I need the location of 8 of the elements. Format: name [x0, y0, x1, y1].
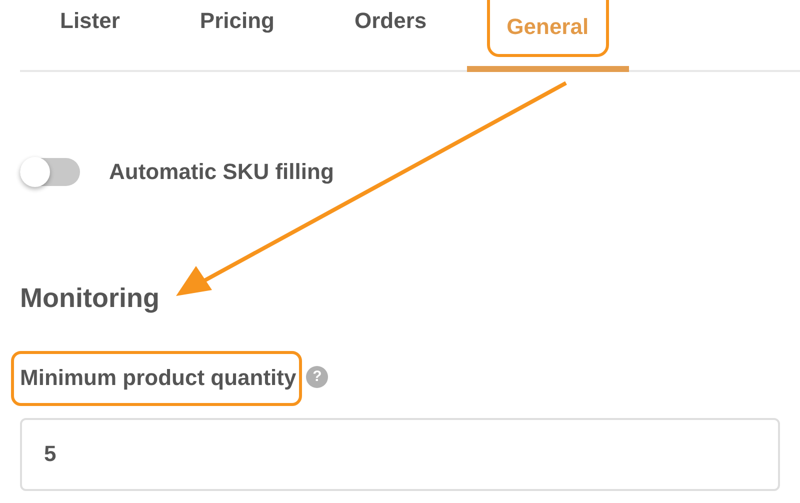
toggle-label: Automatic SKU filling [109, 158, 334, 186]
section-heading: Monitoring [20, 282, 160, 315]
tab[interactable]: Pricing [160, 0, 314, 72]
toggle-switch[interactable] [20, 158, 80, 186]
input-field[interactable]: 5 [20, 418, 780, 490]
field-label: Minimum product quantity [20, 364, 296, 390]
tab[interactable]: Orders [314, 0, 467, 72]
tab[interactable]: Lister [20, 0, 160, 72]
